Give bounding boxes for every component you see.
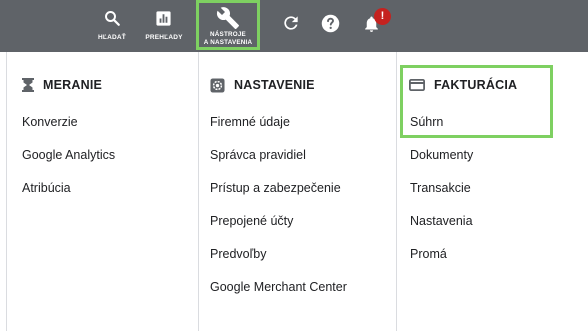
setup-list: Firemné údaje Správca pravidiel Prístup … [210,112,347,310]
setup-header: NASTAVENIE [210,72,315,98]
notifications-button[interactable]: ! [360,0,394,52]
wrench-icon [216,7,239,29]
menu-item-google-merchant-center[interactable]: Google Merchant Center [210,277,347,310]
notification-badge: ! [374,8,391,25]
menu-item-promo[interactable]: Promá [410,244,473,277]
hourglass-icon [22,78,34,92]
tools-and-settings-button[interactable]: NÁSTROJE A NASTAVENIA [196,0,260,50]
search-icon [105,11,120,26]
menu-item-transactions[interactable]: Transakcie [410,178,473,211]
top-toolbar: HĽADAŤ PREHĽADY NÁSTROJE A NASTAVENIA ! [0,0,588,52]
reports-button[interactable]: PREHĽADY [141,0,187,52]
tools-label-line1: NÁSTROJE [210,31,246,38]
help-button[interactable] [320,0,342,52]
menu-item-documents[interactable]: Dokumenty [410,145,473,178]
menu-item-rules-manager[interactable]: Správca pravidiel [210,145,347,178]
tools-label-line2: A NASTAVENIA [203,39,253,46]
menu-item-billing-settings[interactable]: Nastavenia [410,211,473,244]
measurement-header: MERANIE [22,72,102,98]
refresh-icon [284,16,298,30]
menu-item-preferences[interactable]: Predvoľby [210,244,347,277]
menu-item-access-and-security[interactable]: Prístup a zabezpečenie [210,178,347,211]
menu-item-conversions[interactable]: Konverzie [22,112,115,145]
help-icon [321,14,340,33]
menu-item-google-analytics[interactable]: Google Analytics [22,145,115,178]
bar-chart-icon [156,11,171,26]
refresh-button[interactable] [281,0,303,52]
menu-item-linked-accounts[interactable]: Prepojené účty [210,211,347,244]
measurement-title: MERANIE [43,78,103,92]
search-label: HĽADAŤ [98,34,126,41]
menu-item-business-data[interactable]: Firemné údaje [210,112,347,145]
setup-title: NASTAVENIE [234,78,315,92]
menu-item-attribution[interactable]: Atribúcia [22,178,115,211]
measurement-column: MERANIE Konverzie Google Analytics Atrib… [6,52,198,331]
billing-highlight-box [400,65,553,138]
measurement-list: Konverzie Google Analytics Atribúcia [22,112,115,211]
search-button[interactable]: HĽADAŤ [92,0,132,52]
setup-column: NASTAVENIE Firemné údaje Správca pravidi… [198,52,396,331]
reports-label: PREHĽADY [145,34,183,41]
settings-icon [210,77,225,93]
